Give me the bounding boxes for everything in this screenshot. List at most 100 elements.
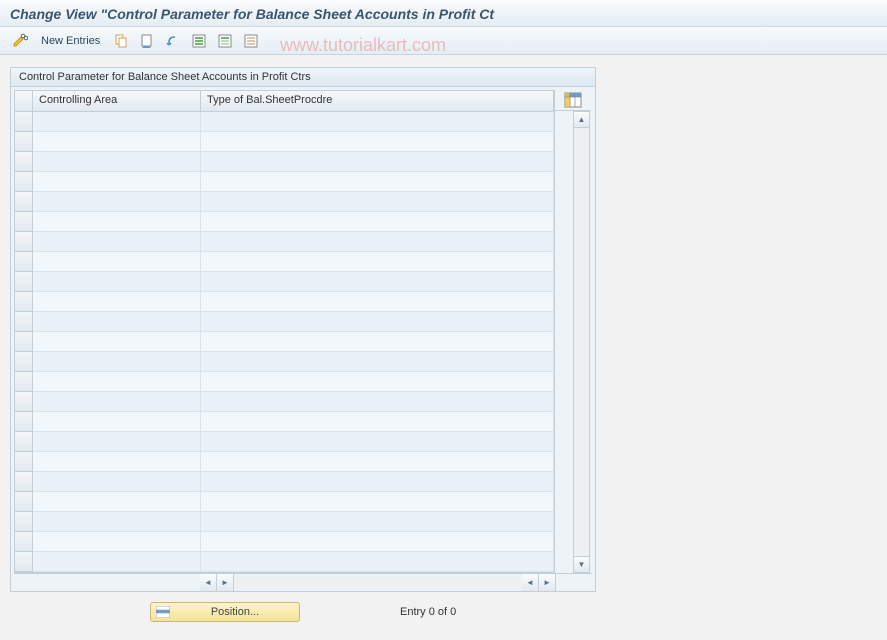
cell-balsheet-procedure[interactable] [201, 272, 554, 292]
table-row [15, 212, 554, 232]
cell-controlling-area[interactable] [33, 372, 201, 392]
cell-balsheet-procedure[interactable] [201, 412, 554, 432]
scroll-left-end-button[interactable]: ◄ [522, 574, 539, 591]
cell-balsheet-procedure[interactable] [201, 432, 554, 452]
row-selector[interactable] [15, 412, 33, 432]
cell-controlling-area[interactable] [33, 292, 201, 312]
cell-controlling-area[interactable] [33, 352, 201, 372]
cell-balsheet-procedure[interactable] [201, 552, 554, 572]
cell-balsheet-procedure[interactable] [201, 512, 554, 532]
row-selector[interactable] [15, 532, 33, 552]
cell-balsheet-procedure[interactable] [201, 232, 554, 252]
row-selector[interactable] [15, 372, 33, 392]
row-selector[interactable] [15, 132, 33, 152]
cell-controlling-area[interactable] [33, 152, 201, 172]
column-header-balsheet-procedure[interactable]: Type of Bal.SheetProcdre [201, 91, 554, 112]
row-selector[interactable] [15, 512, 33, 532]
cell-controlling-area[interactable] [33, 252, 201, 272]
position-button[interactable]: Position... [150, 602, 300, 622]
cell-balsheet-procedure[interactable] [201, 292, 554, 312]
row-selector[interactable] [15, 352, 33, 372]
row-selector[interactable] [15, 152, 33, 172]
horizontal-scrollbar[interactable] [234, 574, 522, 591]
cell-controlling-area[interactable] [33, 332, 201, 352]
footer-bar: Position... Entry 0 of 0 [0, 602, 887, 622]
row-selector[interactable] [15, 192, 33, 212]
delete-button[interactable] [135, 31, 159, 51]
cell-controlling-area[interactable] [33, 212, 201, 232]
cell-controlling-area[interactable] [33, 232, 201, 252]
row-selector[interactable] [15, 392, 33, 412]
deselect-all-button[interactable] [239, 31, 263, 51]
row-selector[interactable] [15, 292, 33, 312]
cell-balsheet-procedure[interactable] [201, 492, 554, 512]
cell-controlling-area[interactable] [33, 272, 201, 292]
row-selector[interactable] [15, 232, 33, 252]
row-selector[interactable] [15, 472, 33, 492]
vertical-scrollbar[interactable]: ▲ ▼ [573, 111, 590, 573]
row-selector[interactable] [15, 272, 33, 292]
scroll-right-button[interactable]: ► [539, 574, 556, 591]
cell-balsheet-procedure[interactable] [201, 112, 554, 132]
cell-controlling-area[interactable] [33, 492, 201, 512]
scroll-down-button[interactable]: ▼ [574, 556, 589, 572]
table-row [15, 192, 554, 212]
table-row [15, 232, 554, 252]
cell-balsheet-procedure[interactable] [201, 152, 554, 172]
row-selector[interactable] [15, 332, 33, 352]
scroll-right-step-button[interactable]: ► [217, 574, 234, 591]
cell-balsheet-procedure[interactable] [201, 532, 554, 552]
cell-controlling-area[interactable] [33, 432, 201, 452]
row-selector[interactable] [15, 212, 33, 232]
cell-controlling-area[interactable] [33, 512, 201, 532]
position-button-label: Position... [175, 606, 295, 618]
cell-balsheet-procedure[interactable] [201, 332, 554, 352]
row-selector[interactable] [15, 552, 33, 572]
entry-status-text: Entry 0 of 0 [400, 606, 456, 618]
select-all-button[interactable] [187, 31, 211, 51]
scroll-up-button[interactable]: ▲ [574, 112, 589, 128]
cell-controlling-area[interactable] [33, 192, 201, 212]
cell-balsheet-procedure[interactable] [201, 372, 554, 392]
undo-icon [165, 33, 181, 49]
cell-controlling-area[interactable] [33, 132, 201, 152]
cell-balsheet-procedure[interactable] [201, 352, 554, 372]
copy-as-button[interactable] [109, 31, 133, 51]
row-selector-header[interactable] [15, 91, 33, 112]
cell-balsheet-procedure[interactable] [201, 452, 554, 472]
toggle-display-change-button[interactable] [8, 31, 32, 51]
select-block-button[interactable] [213, 31, 237, 51]
row-selector[interactable] [15, 492, 33, 512]
row-selector[interactable] [15, 172, 33, 192]
cell-balsheet-procedure[interactable] [201, 312, 554, 332]
cell-balsheet-procedure[interactable] [201, 392, 554, 412]
row-selector[interactable] [15, 312, 33, 332]
table-row [15, 112, 554, 132]
delete-icon [139, 33, 155, 49]
cell-balsheet-procedure[interactable] [201, 212, 554, 232]
position-icon [155, 605, 171, 619]
cell-controlling-area[interactable] [33, 312, 201, 332]
cell-controlling-area[interactable] [33, 392, 201, 412]
column-header-controlling-area[interactable]: Controlling Area [33, 91, 201, 112]
cell-balsheet-procedure[interactable] [201, 192, 554, 212]
row-selector[interactable] [15, 252, 33, 272]
cell-controlling-area[interactable] [33, 532, 201, 552]
undo-button[interactable] [161, 31, 185, 51]
scroll-left-button[interactable]: ◄ [200, 574, 217, 591]
cell-controlling-area[interactable] [33, 412, 201, 432]
row-selector[interactable] [15, 432, 33, 452]
new-entries-button[interactable]: New Entries [34, 31, 107, 51]
cell-balsheet-procedure[interactable] [201, 252, 554, 272]
row-selector[interactable] [15, 452, 33, 472]
cell-controlling-area[interactable] [33, 112, 201, 132]
cell-balsheet-procedure[interactable] [201, 132, 554, 152]
cell-balsheet-procedure[interactable] [201, 472, 554, 492]
table-settings-button[interactable] [564, 92, 582, 108]
row-selector[interactable] [15, 112, 33, 132]
cell-controlling-area[interactable] [33, 552, 201, 572]
cell-balsheet-procedure[interactable] [201, 172, 554, 192]
cell-controlling-area[interactable] [33, 452, 201, 472]
cell-controlling-area[interactable] [33, 172, 201, 192]
cell-controlling-area[interactable] [33, 472, 201, 492]
